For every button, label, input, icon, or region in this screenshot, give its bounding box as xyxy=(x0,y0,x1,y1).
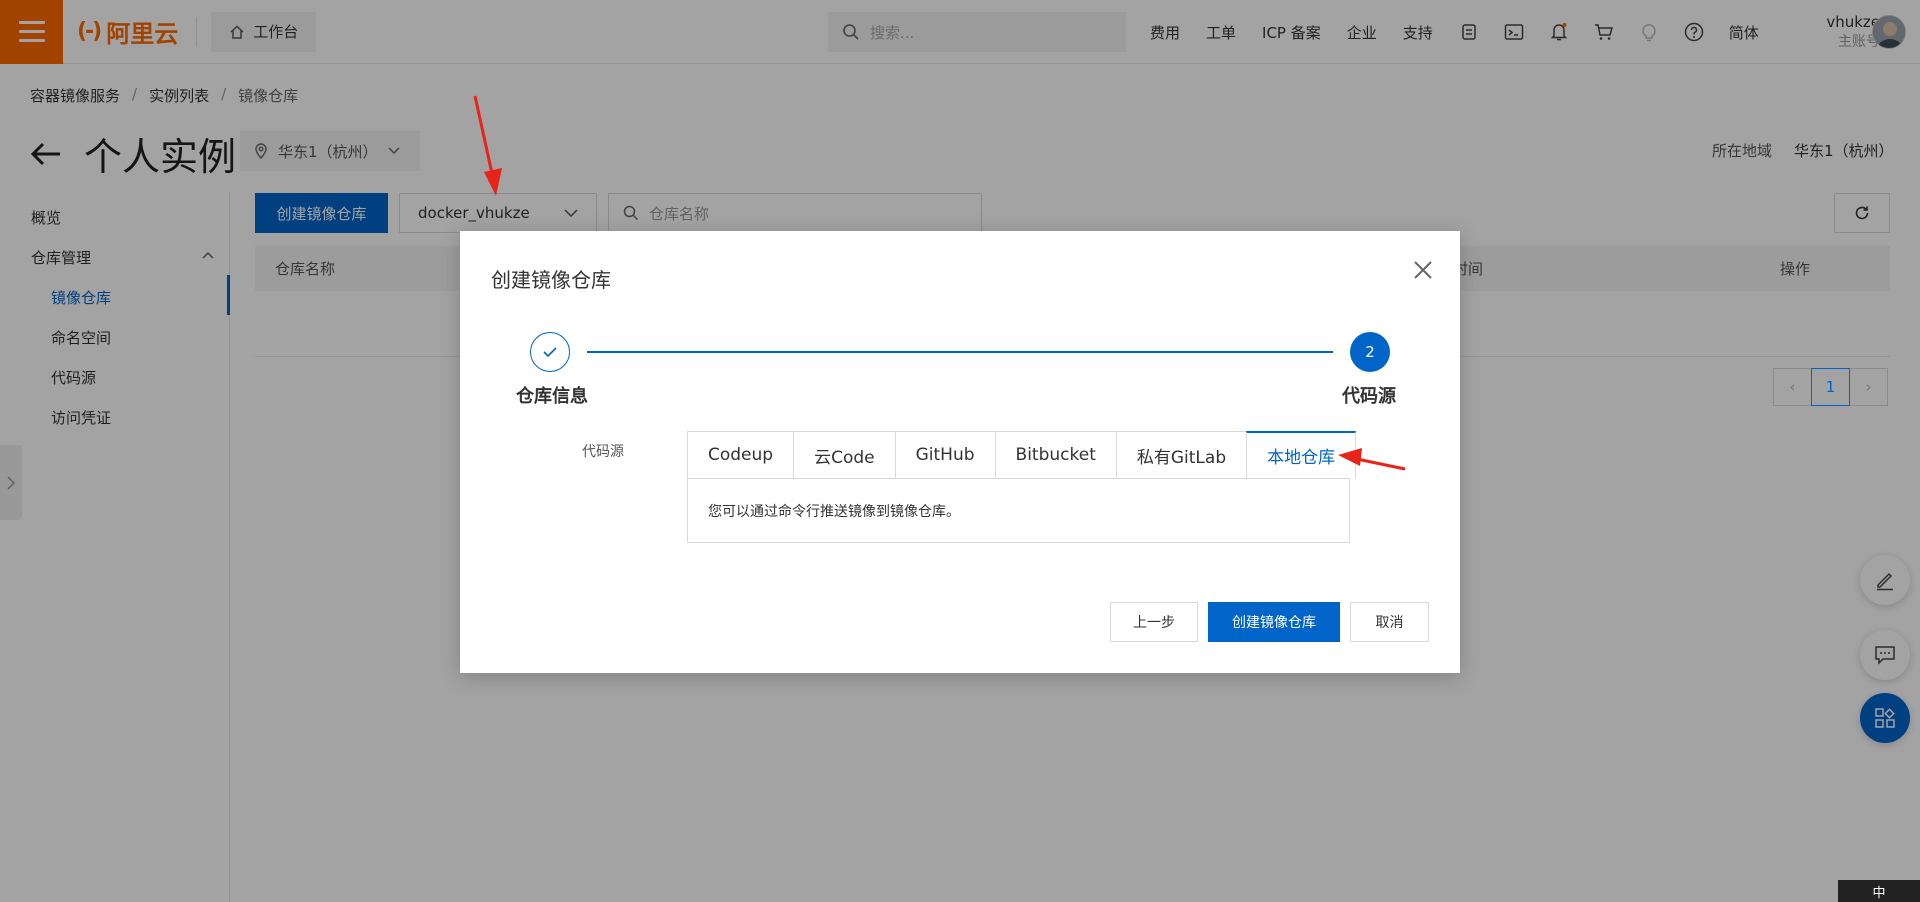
tab-bitbucket[interactable]: Bitbucket xyxy=(994,431,1116,479)
create-repo-dialog: 创建镜像仓库 2 仓库信息 代码源 代码源 Codeup 云Code GitHu… xyxy=(460,231,1460,673)
step-2-indicator: 2 xyxy=(1350,332,1390,372)
tab-private-gitlab[interactable]: 私有GitLab xyxy=(1115,431,1247,479)
step-1-label: 仓库信息 xyxy=(516,386,588,407)
step-connector xyxy=(587,351,1333,353)
step-2-label: 代码源 xyxy=(1342,386,1396,407)
tab-panel-local-repo: 您可以通过命令行推送镜像到镜像仓库。 xyxy=(687,478,1350,543)
cancel-button[interactable]: 取消 xyxy=(1350,602,1429,642)
close-icon xyxy=(1414,261,1432,279)
check-icon xyxy=(543,347,557,358)
code-source-label: 代码源 xyxy=(582,444,624,460)
previous-step-button[interactable]: 上一步 xyxy=(1110,602,1198,642)
code-source-tabs: Codeup 云Code GitHub Bitbucket 私有GitLab 本… xyxy=(687,431,1357,479)
ime-mode: 中 xyxy=(1872,885,1886,901)
dialog-title: 创建镜像仓库 xyxy=(491,268,611,292)
step-1-indicator xyxy=(530,332,570,372)
create-repo-confirm-button[interactable]: 创建镜像仓库 xyxy=(1208,602,1340,642)
tab-panel-text: 您可以通过命令行推送镜像到镜像仓库。 xyxy=(708,504,960,520)
tab-local-repo[interactable]: 本地仓库 xyxy=(1246,431,1357,479)
tab-codeup[interactable]: Codeup xyxy=(687,431,794,479)
ime-indicator: 中 xyxy=(1838,880,1920,902)
page-number-current[interactable]: 1 xyxy=(1811,368,1850,406)
close-button[interactable] xyxy=(1409,256,1437,284)
tab-yuncode[interactable]: 云Code xyxy=(793,431,895,479)
tab-github[interactable]: GitHub xyxy=(894,431,995,479)
